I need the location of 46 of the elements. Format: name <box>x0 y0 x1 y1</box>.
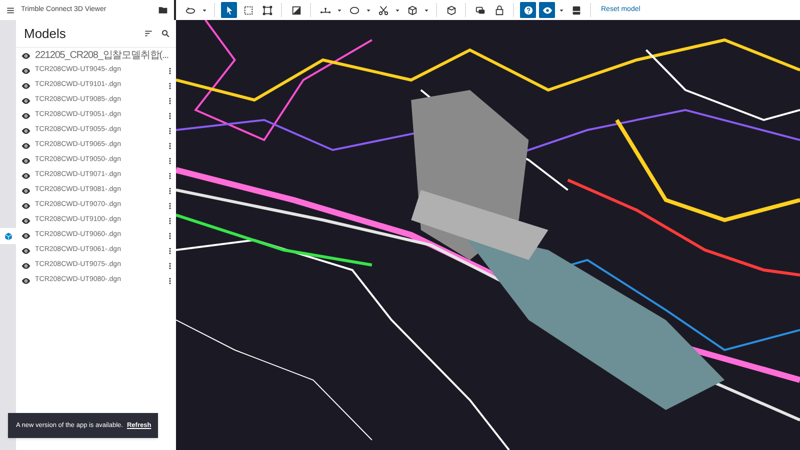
eye-icon[interactable] <box>21 186 31 196</box>
help-icon <box>522 4 534 16</box>
caret-icon[interactable] <box>558 6 565 14</box>
eye-icon[interactable] <box>21 110 31 120</box>
sort-icon[interactable] <box>144 29 153 38</box>
tool-button[interactable] <box>221 2 237 18</box>
box-select-icon <box>242 4 254 16</box>
eye-icon[interactable] <box>21 96 31 106</box>
models-tab[interactable] <box>0 228 16 244</box>
cube-outline-icon <box>446 4 456 16</box>
tool-button[interactable] <box>520 2 536 18</box>
eye-icon[interactable] <box>21 66 31 76</box>
eye-icon[interactable] <box>21 260 31 270</box>
layers-icon <box>570 4 582 16</box>
caret-icon[interactable] <box>394 6 401 14</box>
eye-icon[interactable] <box>21 216 31 226</box>
cube-icon <box>4 232 12 240</box>
eye-icon[interactable] <box>21 230 31 240</box>
caret-icon[interactable] <box>336 6 343 14</box>
fit-frame-icon <box>262 4 272 16</box>
section-icon <box>290 4 302 16</box>
menu-icon[interactable] <box>6 6 15 14</box>
cube-icon <box>406 4 418 16</box>
eye-icon[interactable] <box>21 140 31 150</box>
scissors-icon <box>378 4 388 16</box>
eye-icon[interactable] <box>21 170 31 180</box>
orbit-icon <box>184 4 196 16</box>
eye-icon[interactable] <box>21 126 31 136</box>
panel-title: Models <box>24 24 67 43</box>
eye-icon <box>542 4 552 16</box>
3d-model-viewport-drawing[interactable] <box>176 20 800 450</box>
model-name: 221205_CR208_입찰모델취합(... <box>35 49 168 63</box>
eye-icon[interactable] <box>21 50 31 60</box>
comments-icon <box>474 4 486 16</box>
tool-button[interactable] <box>539 2 555 18</box>
caret-icon[interactable] <box>365 6 372 14</box>
eye-icon[interactable] <box>21 246 31 256</box>
ellipse-icon <box>348 4 360 16</box>
folder-icon[interactable] <box>158 5 168 15</box>
search-icon[interactable] <box>161 29 170 38</box>
eye-icon[interactable] <box>21 200 31 210</box>
caret-icon[interactable] <box>423 6 430 14</box>
eye-icon[interactable] <box>21 276 31 286</box>
caret-icon[interactable] <box>201 6 208 14</box>
eye-icon[interactable] <box>21 156 31 166</box>
eye-icon[interactable] <box>21 80 31 90</box>
